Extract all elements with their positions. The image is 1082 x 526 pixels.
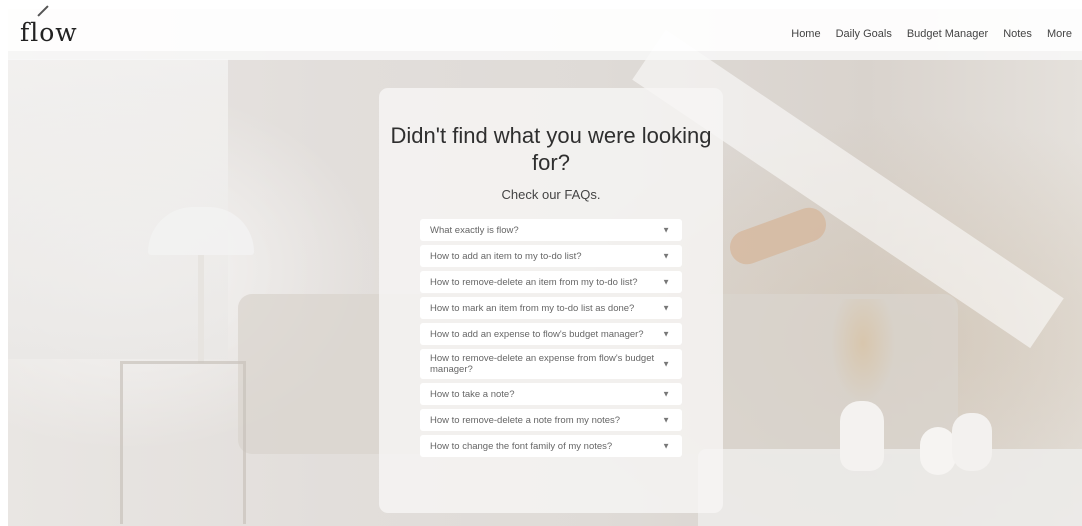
faq-item-remove-todo[interactable]: How to remove-delete an item from my to-… bbox=[420, 271, 682, 293]
faq-item-add-todo[interactable]: How to add an item to my to-do list? ▼ bbox=[420, 245, 682, 267]
faq-question: How to take a note? bbox=[430, 388, 515, 400]
faq-item-mark-done[interactable]: How to mark an item from my to-do list a… bbox=[420, 297, 682, 319]
faq-item-remove-expense[interactable]: How to remove-delete an expense from flo… bbox=[420, 349, 682, 379]
faq-item-change-font[interactable]: How to change the font family of my note… bbox=[420, 435, 682, 457]
header-strip bbox=[8, 51, 1082, 60]
faq-subtitle: Check our FAQs. bbox=[501, 187, 601, 202]
dried-flowers bbox=[828, 299, 898, 409]
chevron-down-icon[interactable]: ▼ bbox=[662, 442, 670, 451]
chevron-down-icon[interactable]: ▼ bbox=[662, 304, 670, 313]
faq-item-remove-note[interactable]: How to remove-delete a note from my note… bbox=[420, 409, 682, 431]
nav-budget-manager[interactable]: Budget Manager bbox=[907, 28, 988, 40]
chevron-down-icon[interactable]: ▼ bbox=[662, 416, 670, 425]
chevron-down-icon[interactable]: ▼ bbox=[662, 360, 670, 369]
main-nav: Home Daily Goals Budget Manager Notes Mo… bbox=[791, 28, 1072, 40]
faq-title: Didn't find what you were looking for? bbox=[390, 123, 712, 175]
faq-question: How to remove-delete an expense from flo… bbox=[430, 353, 655, 375]
faq-question: How to change the font family of my note… bbox=[430, 440, 613, 452]
logo-text: flow bbox=[20, 18, 78, 47]
faq-question: How to add an item to my to-do list? bbox=[430, 250, 582, 262]
person-legs bbox=[725, 202, 831, 270]
faq-list: What exactly is flow? ▼ How to add an it… bbox=[420, 219, 682, 461]
faq-question: What exactly is flow? bbox=[430, 224, 519, 236]
chevron-down-icon[interactable]: ▼ bbox=[662, 226, 670, 235]
logo[interactable]: flow bbox=[20, 5, 78, 47]
chevron-down-icon[interactable]: ▼ bbox=[662, 278, 670, 287]
vase bbox=[920, 427, 956, 475]
chevron-down-icon[interactable]: ▼ bbox=[662, 252, 670, 261]
nav-home[interactable]: Home bbox=[791, 28, 820, 40]
faq-question: How to remove-delete an item from my to-… bbox=[430, 276, 638, 288]
side-table bbox=[120, 361, 246, 524]
chevron-down-icon[interactable]: ▼ bbox=[662, 390, 670, 399]
nav-daily-goals[interactable]: Daily Goals bbox=[836, 28, 892, 40]
faq-item-take-note[interactable]: How to take a note? ▼ bbox=[420, 383, 682, 405]
nav-notes[interactable]: Notes bbox=[1003, 28, 1032, 40]
vase bbox=[840, 401, 884, 471]
faq-item-add-expense[interactable]: How to add an expense to flow's budget m… bbox=[420, 323, 682, 345]
coffee-table bbox=[698, 449, 1082, 526]
faq-question: How to mark an item from my to-do list a… bbox=[430, 302, 635, 314]
lamp-pole bbox=[198, 255, 204, 363]
nav-more[interactable]: More bbox=[1047, 28, 1072, 40]
faq-item-what-is-flow[interactable]: What exactly is flow? ▼ bbox=[420, 219, 682, 241]
chevron-down-icon[interactable]: ▼ bbox=[662, 330, 670, 339]
vase bbox=[952, 413, 992, 471]
faq-question: How to add an expense to flow's budget m… bbox=[430, 328, 644, 340]
faq-panel: Didn't find what you were looking for? C… bbox=[379, 88, 723, 513]
faq-question: How to remove-delete a note from my note… bbox=[430, 414, 621, 426]
